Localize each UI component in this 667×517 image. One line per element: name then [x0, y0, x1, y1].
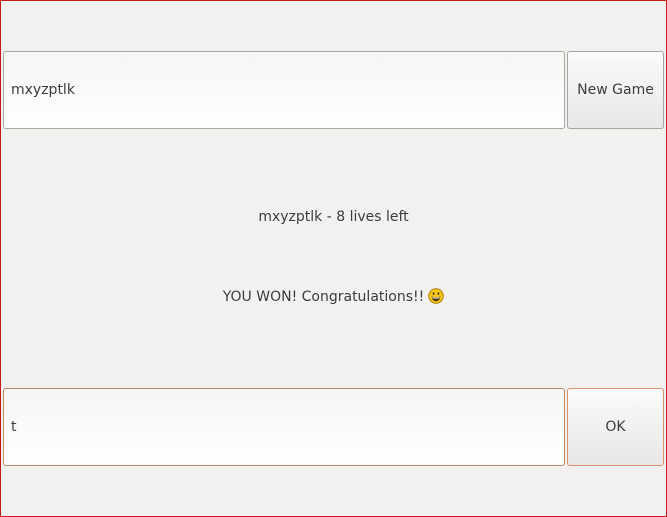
- lives-status-label: mxyzptlk - 8 lives left: [258, 209, 409, 225]
- game-window: mxyzptlk New Game mxyzptlk - 8 lives lef…: [0, 0, 667, 517]
- new-game-button[interactable]: New Game: [567, 51, 664, 129]
- ok-button-label: OK: [605, 419, 626, 435]
- new-game-button-label: New Game: [577, 82, 654, 98]
- result-message: YOU WON! Congratulations!!: [1, 287, 666, 310]
- guess-entry[interactable]: t: [3, 388, 565, 466]
- result-text: YOU WON! Congratulations!!: [222, 289, 425, 305]
- ok-button[interactable]: OK: [567, 388, 664, 466]
- word-entry-value: mxyzptlk: [11, 82, 75, 98]
- guess-entry-value: t: [11, 419, 17, 435]
- grinning-face-icon: [428, 288, 445, 310]
- word-entry[interactable]: mxyzptlk: [3, 51, 565, 129]
